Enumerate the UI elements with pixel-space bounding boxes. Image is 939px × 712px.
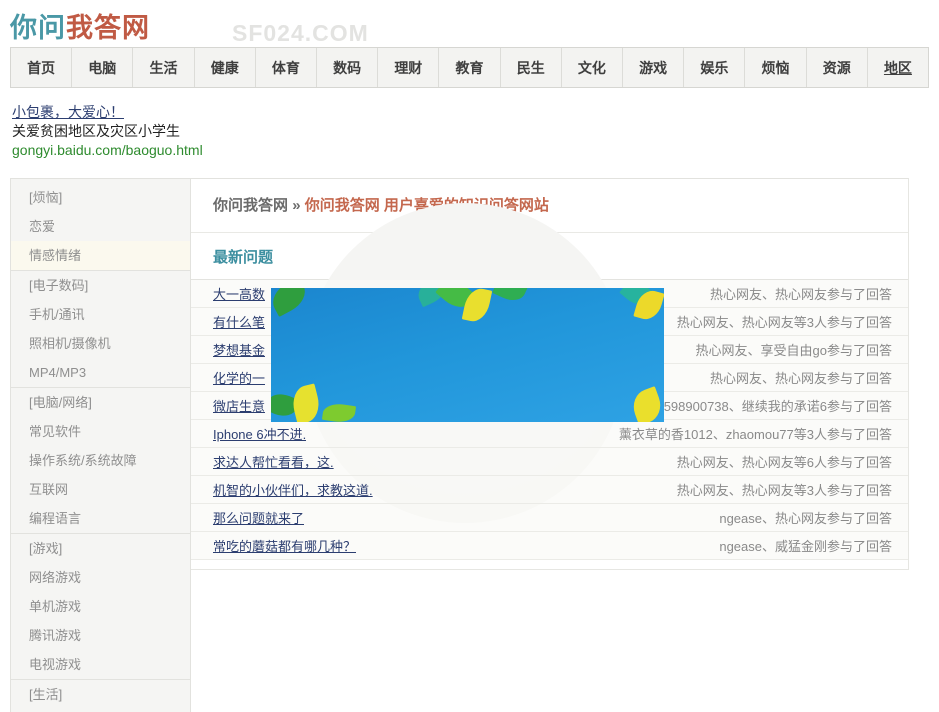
- sidebar-group: [电脑/网络]常见软件操作系统/系统故障互联网编程语言: [11, 387, 190, 533]
- nav-bar: 首页电脑生活健康体育数码理财教育民生文化游戏娱乐烦恼资源地区: [10, 47, 929, 88]
- question-link[interactable]: 有什么笔: [213, 312, 265, 331]
- question-link[interactable]: 那么问题就来了: [213, 508, 304, 527]
- nav-item[interactable]: 电脑: [71, 48, 132, 87]
- nav-item[interactable]: 体育: [255, 48, 316, 87]
- logo-part-left: 你问: [10, 13, 66, 43]
- sidebar-item[interactable]: 手机/通讯: [11, 300, 190, 329]
- sidebar-item[interactable]: 单机游戏: [11, 592, 190, 621]
- question-link[interactable]: 化学的一: [213, 368, 265, 387]
- sidebar-group: [生活]: [11, 679, 190, 709]
- ad-banner[interactable]: [271, 288, 664, 422]
- logo-part-right: 我答网: [66, 13, 150, 43]
- question-link[interactable]: 常吃的蘑菇都有哪几种？: [213, 536, 356, 555]
- nav-item[interactable]: 资源: [806, 48, 867, 87]
- answerers-text: 薰衣草的香1012、zhaomou77等3人参与了回答: [619, 424, 892, 443]
- sidebar-group-header: [生活]: [11, 680, 190, 709]
- leaf-icon: [322, 402, 356, 422]
- question-row: 求达人帮忙看看，这. 热心网友、热心网友等6人参与了回答: [191, 448, 908, 476]
- sidebar-item[interactable]: 情感情绪: [11, 241, 190, 270]
- sidebar-item[interactable]: 恋爱: [11, 212, 190, 241]
- nav-item[interactable]: 游戏: [622, 48, 683, 87]
- sidebar-item[interactable]: 操作系统/系统故障: [11, 446, 190, 475]
- nav-item[interactable]: 首页: [11, 48, 71, 87]
- leaf-icon: [492, 288, 528, 305]
- nav-item[interactable]: 烦恼: [744, 48, 805, 87]
- sidebar-item[interactable]: 常见软件: [11, 417, 190, 446]
- question-row: 常吃的蘑菇都有哪几种？ ngease、威猛金刚参与了回答: [191, 532, 908, 560]
- leaf-icon: [289, 383, 323, 422]
- site-logo[interactable]: 你问我答网: [10, 13, 150, 43]
- sidebar-item[interactable]: 电视游戏: [11, 650, 190, 679]
- nav-item[interactable]: 教育: [438, 48, 499, 87]
- answerers-text: 热心网友、热心网友参与了回答: [710, 284, 892, 303]
- nav-item[interactable]: 文化: [561, 48, 622, 87]
- page: 你问我答网 SF024.COM 首页电脑生活健康体育数码理财教育民生文化游戏娱乐…: [0, 0, 939, 712]
- answerers-text: ngease、威猛金刚参与了回答: [719, 536, 892, 555]
- answerers-text: ngease、热心网友参与了回答: [719, 508, 892, 527]
- promo-url[interactable]: gongyi.baidu.com/baoguo.html: [12, 141, 203, 160]
- watermark-text: SF024.COM: [232, 20, 369, 47]
- answerers-text: 热心网友、热心网友参与了回答: [710, 368, 892, 387]
- question-link[interactable]: 机智的小伙伴们，求教这道.: [213, 480, 373, 499]
- sidebar-item[interactable]: 互联网: [11, 475, 190, 504]
- question-link[interactable]: Iphone 6冲不进.: [213, 424, 306, 443]
- sidebar-group-header: [烦恼]: [11, 183, 190, 212]
- nav-item[interactable]: 生活: [132, 48, 193, 87]
- nav-item[interactable]: 地区: [867, 48, 928, 87]
- site-header: 你问我答网 SF024.COM: [10, 6, 150, 44]
- question-link[interactable]: 大一高数: [213, 284, 265, 303]
- sidebar-item[interactable]: 编程语言: [11, 504, 190, 533]
- sidebar-group-header: [电子数码]: [11, 271, 190, 300]
- answerers-text: 热心网友、热心网友等3人参与了回答: [677, 312, 892, 331]
- nav-item[interactable]: 数码: [316, 48, 377, 87]
- nav-item[interactable]: 娱乐: [683, 48, 744, 87]
- breadcrumb-root[interactable]: 你问我答网: [213, 197, 288, 214]
- question-link[interactable]: 梦想基金: [213, 340, 265, 359]
- nav-item[interactable]: 健康: [194, 48, 255, 87]
- breadcrumb-separator: »: [292, 197, 300, 214]
- leaf-icon: [628, 386, 664, 422]
- sidebar-item[interactable]: 照相机/摄像机: [11, 329, 190, 358]
- promo-subtitle: 关爱贫困地区及灾区小学生: [12, 122, 203, 141]
- answerers-text: 热心网友、热心网友等3人参与了回答: [677, 480, 892, 499]
- answerers-text: 热心网友、享受自由go参与了回答: [696, 340, 892, 359]
- question-row: Iphone 6冲不进. 薰衣草的香1012、zhaomou77等3人参与了回答: [191, 420, 908, 448]
- sidebar-group: [烦恼]恋爱情感情绪: [11, 183, 190, 270]
- sidebar-group: [电子数码]手机/通讯照相机/摄像机MP4/MP3: [11, 270, 190, 387]
- question-link[interactable]: 求达人帮忙看看，这.: [213, 452, 334, 471]
- sidebar-group-header: [游戏]: [11, 534, 190, 563]
- answerers-text: a598900738、继续我的承诺6参与了回答: [656, 396, 892, 415]
- nav-item[interactable]: 民生: [500, 48, 561, 87]
- sidebar-group-header: [电脑/网络]: [11, 388, 190, 417]
- question-row: 那么问题就来了 ngease、热心网友参与了回答: [191, 504, 908, 532]
- sidebar-item[interactable]: MP4/MP3: [11, 358, 190, 387]
- nav-item[interactable]: 理财: [377, 48, 438, 87]
- sidebar-item[interactable]: 腾讯游戏: [11, 621, 190, 650]
- sidebar-group: [游戏]网络游戏单机游戏腾讯游戏电视游戏: [11, 533, 190, 679]
- promo-block: 小包裹，大爱心！ 关爱贫困地区及灾区小学生 gongyi.baidu.com/b…: [12, 103, 203, 160]
- answerers-text: 热心网友、热心网友等6人参与了回答: [677, 452, 892, 471]
- leaf-icon: [271, 288, 311, 317]
- question-link[interactable]: 微店生意: [213, 396, 265, 415]
- sidebar-item[interactable]: 网络游戏: [11, 563, 190, 592]
- question-row: 机智的小伙伴们，求教这道. 热心网友、热心网友等3人参与了回答: [191, 476, 908, 504]
- breadcrumb: 你问我答网 » 你问我答网 用户喜爱的知识问答网站: [191, 179, 908, 233]
- category-sidebar: [烦恼]恋爱情感情绪[电子数码]手机/通讯照相机/摄像机MP4/MP3[电脑/网…: [10, 178, 191, 712]
- promo-link[interactable]: 小包裹，大爱心！: [12, 103, 203, 122]
